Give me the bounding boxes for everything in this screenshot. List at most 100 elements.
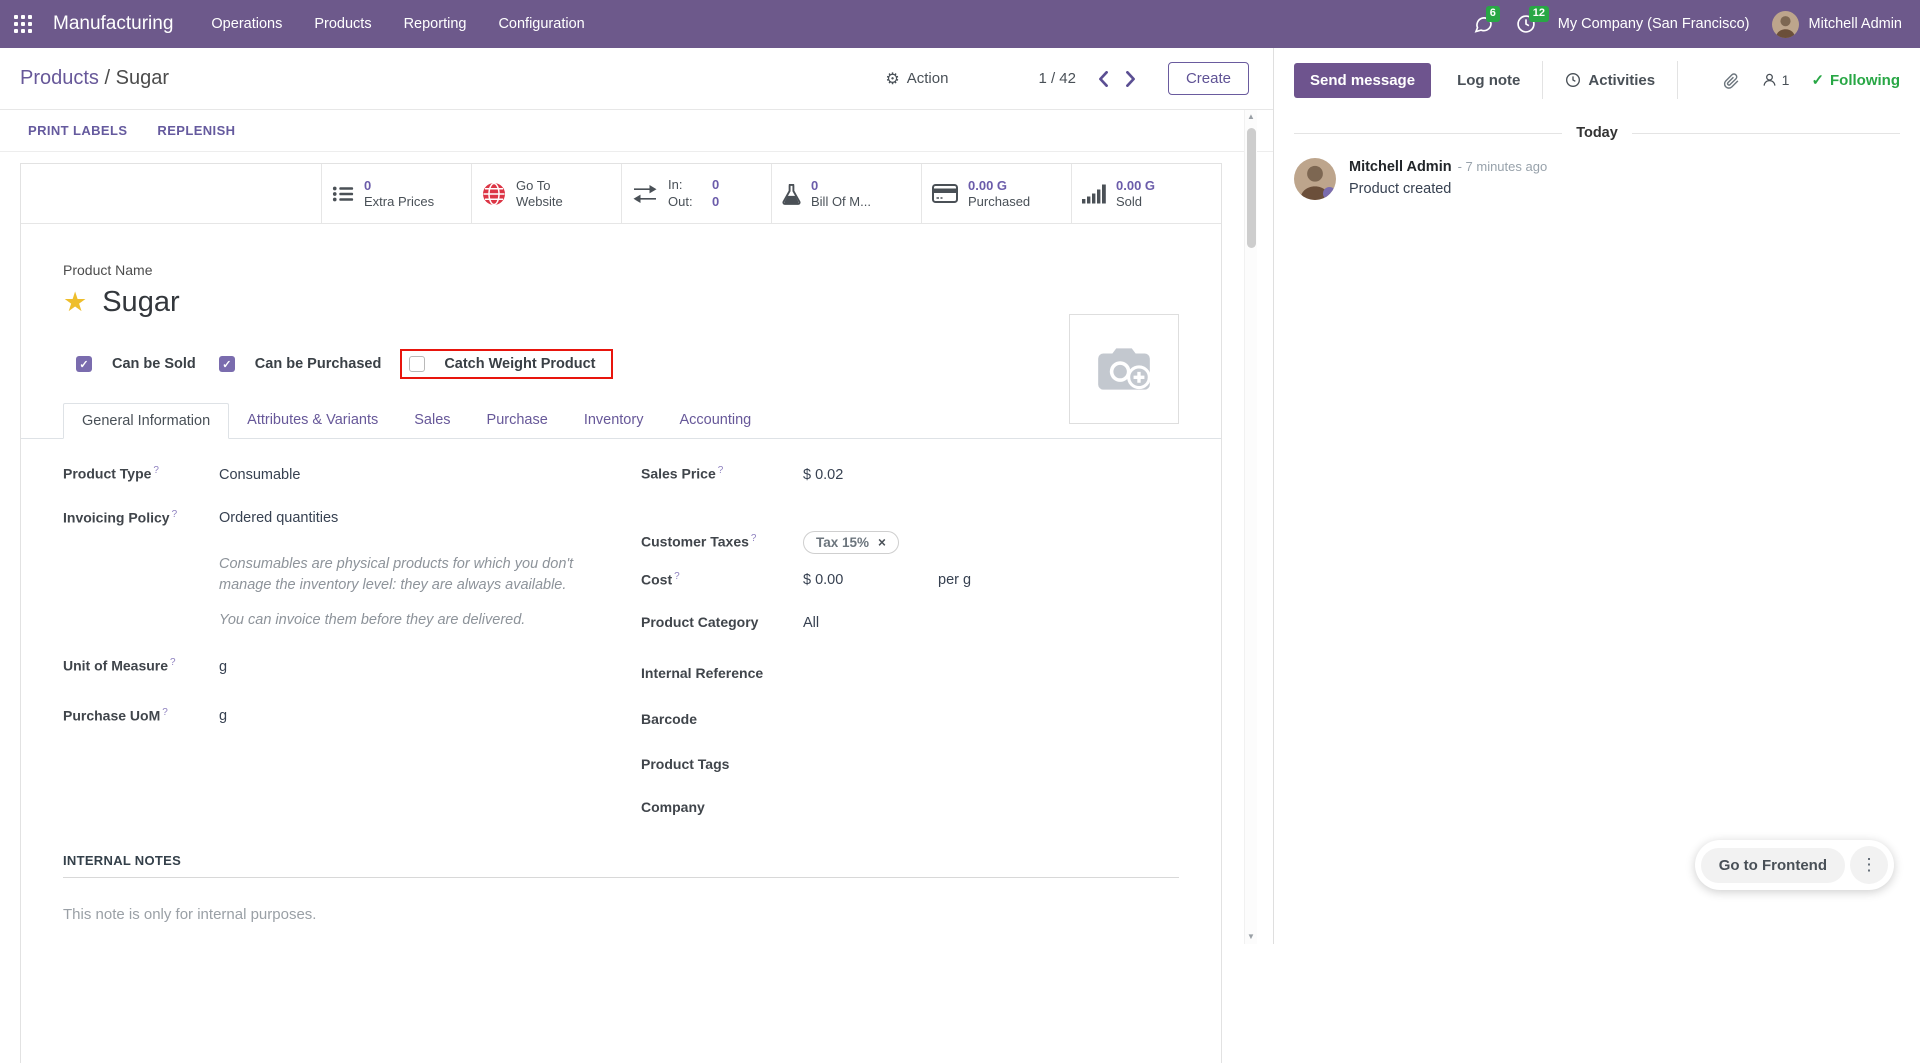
tax-tag-label: Tax 15% xyxy=(816,535,869,550)
sold-stat-button[interactable]: 0.00 GSold xyxy=(1071,164,1221,223)
cost-label: Cost? xyxy=(641,571,803,588)
purchase-uom-value[interactable]: g xyxy=(219,708,227,726)
top-navbar: Manufacturing Operations Products Report… xyxy=(0,0,1920,48)
customer-taxes-label: Customer Taxes? xyxy=(641,533,803,550)
message-author-avatar[interactable] xyxy=(1294,158,1336,200)
activities-clock-icon[interactable]: 12 xyxy=(1516,14,1536,34)
list-icon xyxy=(332,183,354,205)
go-to-website-button[interactable]: Go ToWebsite xyxy=(471,164,621,223)
sold-label: Sold xyxy=(1116,194,1155,210)
can-be-purchased-checkbox[interactable]: ✓ Can be Purchased xyxy=(219,356,382,372)
bill-of-materials-button[interactable]: 0Bill Of M... xyxy=(771,164,921,223)
help-paragraph-2: You can invoice them before they are del… xyxy=(219,610,591,631)
website-line2: Website xyxy=(516,194,563,210)
sales-price-value[interactable]: $ 0.02 xyxy=(803,467,843,485)
toolbar-divider xyxy=(1542,61,1543,99)
in-label: In: xyxy=(668,177,700,193)
catch-weight-label: Catch Weight Product xyxy=(444,356,595,372)
website-line1: Go To xyxy=(516,178,563,194)
replenish-button[interactable]: REPLENISH xyxy=(157,123,235,138)
vertical-scrollbar[interactable]: ▲ ▼ xyxy=(1244,110,1257,944)
in-out-moves-button[interactable]: In:0 Out:0 xyxy=(621,164,771,223)
help-icon: ? xyxy=(718,465,724,476)
menu-operations[interactable]: Operations xyxy=(211,16,282,32)
tag-remove-icon[interactable]: × xyxy=(878,535,886,550)
scroll-up-arrow-icon[interactable]: ▲ xyxy=(1247,110,1255,124)
clock-icon xyxy=(1565,72,1581,88)
go-to-frontend-button[interactable]: Go to Frontend xyxy=(1701,848,1845,883)
scrollbar-thumb[interactable] xyxy=(1247,128,1256,248)
sold-value: 0.00 G xyxy=(1116,178,1155,194)
chatter-message: Mitchell Admin- 7 minutes ago Product cr… xyxy=(1274,141,1920,217)
credit-card-icon xyxy=(932,184,958,204)
followers-count: 1 xyxy=(1782,72,1790,88)
tab-sales[interactable]: Sales xyxy=(396,403,468,439)
chevron-right-icon xyxy=(1125,71,1136,87)
menu-products[interactable]: Products xyxy=(314,16,371,32)
help-paragraph-1: Consumables are physical products for wh… xyxy=(219,554,591,595)
internal-notes-placeholder[interactable]: This note is only for internal purposes. xyxy=(63,906,1179,923)
checkbox-checked-icon[interactable]: ✓ xyxy=(76,356,92,372)
breadcrumb-current: Sugar xyxy=(116,67,169,89)
favorite-star-icon[interactable]: ★ xyxy=(63,289,87,316)
action-label: Action xyxy=(907,70,949,87)
breadcrumb-products-link[interactable]: Products xyxy=(20,67,99,89)
catch-weight-checkbox[interactable] xyxy=(409,356,425,372)
menu-reporting[interactable]: Reporting xyxy=(404,16,467,32)
checkbox-checked-icon[interactable]: ✓ xyxy=(219,356,235,372)
barcode-label: Barcode xyxy=(641,711,803,727)
create-button[interactable]: Create xyxy=(1168,62,1249,95)
invoicing-policy-value[interactable]: Ordered quantities xyxy=(219,510,338,528)
following-button[interactable]: ✓ Following xyxy=(1811,71,1900,89)
scroll-down-arrow-icon[interactable]: ▼ xyxy=(1247,930,1255,944)
kebab-menu-button[interactable]: ⋮ xyxy=(1850,846,1888,884)
product-options-row: ✓ Can be Sold ✓ Can be Purchased Catch W… xyxy=(63,349,1179,379)
tab-attributes-variants[interactable]: Attributes & Variants xyxy=(229,403,396,439)
purchased-stat-button[interactable]: 0.00 GPurchased xyxy=(921,164,1071,223)
kebab-icon: ⋮ xyxy=(1861,855,1878,875)
message-author[interactable]: Mitchell Admin xyxy=(1349,159,1452,175)
out-label: Out: xyxy=(668,194,700,210)
cost-value[interactable]: $ 0.00 xyxy=(803,572,938,590)
tab-purchase[interactable]: Purchase xyxy=(469,403,566,439)
pager-next-button[interactable] xyxy=(1125,71,1136,87)
messages-icon[interactable]: 6 xyxy=(1473,14,1494,34)
purchased-value: 0.00 G xyxy=(968,178,1030,194)
chevron-left-icon xyxy=(1098,71,1109,87)
action-menu-button[interactable]: ⚙ Action xyxy=(885,69,948,89)
can-be-purchased-label: Can be Purchased xyxy=(255,356,382,372)
schedule-activity-button[interactable]: Activities xyxy=(1565,72,1655,89)
print-labels-button[interactable]: PRINT LABELS xyxy=(28,123,127,138)
uom-value[interactable]: g xyxy=(219,659,227,677)
company-label: Company xyxy=(641,799,803,815)
followers-button[interactable]: 1 xyxy=(1762,72,1790,88)
attach-files-button[interactable] xyxy=(1723,71,1740,90)
product-category-value[interactable]: All xyxy=(803,615,819,633)
app-name[interactable]: Manufacturing xyxy=(53,13,173,35)
tax-tag[interactable]: Tax 15% × xyxy=(803,531,899,554)
pager-counter: 1 / 42 xyxy=(1038,70,1076,87)
toolbar-divider xyxy=(1677,61,1678,99)
tab-general-information[interactable]: General Information xyxy=(63,403,229,439)
frontend-fab-container: Go to Frontend ⋮ xyxy=(1695,840,1894,890)
send-message-button[interactable]: Send message xyxy=(1294,63,1431,98)
log-note-button[interactable]: Log note xyxy=(1457,72,1520,89)
product-type-value[interactable]: Consumable xyxy=(219,467,300,485)
tab-accounting[interactable]: Accounting xyxy=(661,403,769,439)
product-tags-label: Product Tags xyxy=(641,756,803,772)
following-label: Following xyxy=(1830,72,1900,89)
sales-price-label: Sales Price? xyxy=(641,465,803,482)
tab-inventory[interactable]: Inventory xyxy=(566,403,662,439)
company-switcher[interactable]: My Company (San Francisco) xyxy=(1558,16,1750,32)
uom-label: Unit of Measure? xyxy=(63,657,219,674)
user-menu[interactable]: Mitchell Admin xyxy=(1809,16,1902,32)
product-image-placeholder[interactable] xyxy=(1069,314,1179,424)
product-name-value[interactable]: Sugar xyxy=(102,286,179,319)
can-be-sold-checkbox[interactable]: ✓ Can be Sold xyxy=(76,356,196,372)
invoicing-policy-label: Invoicing Policy? xyxy=(63,509,219,526)
apps-menu-icon[interactable] xyxy=(14,15,33,34)
menu-configuration[interactable]: Configuration xyxy=(498,16,584,32)
extra-prices-stat-button[interactable]: 0Extra Prices xyxy=(321,164,471,223)
user-avatar[interactable] xyxy=(1772,11,1799,38)
pager-previous-button[interactable] xyxy=(1098,71,1109,87)
